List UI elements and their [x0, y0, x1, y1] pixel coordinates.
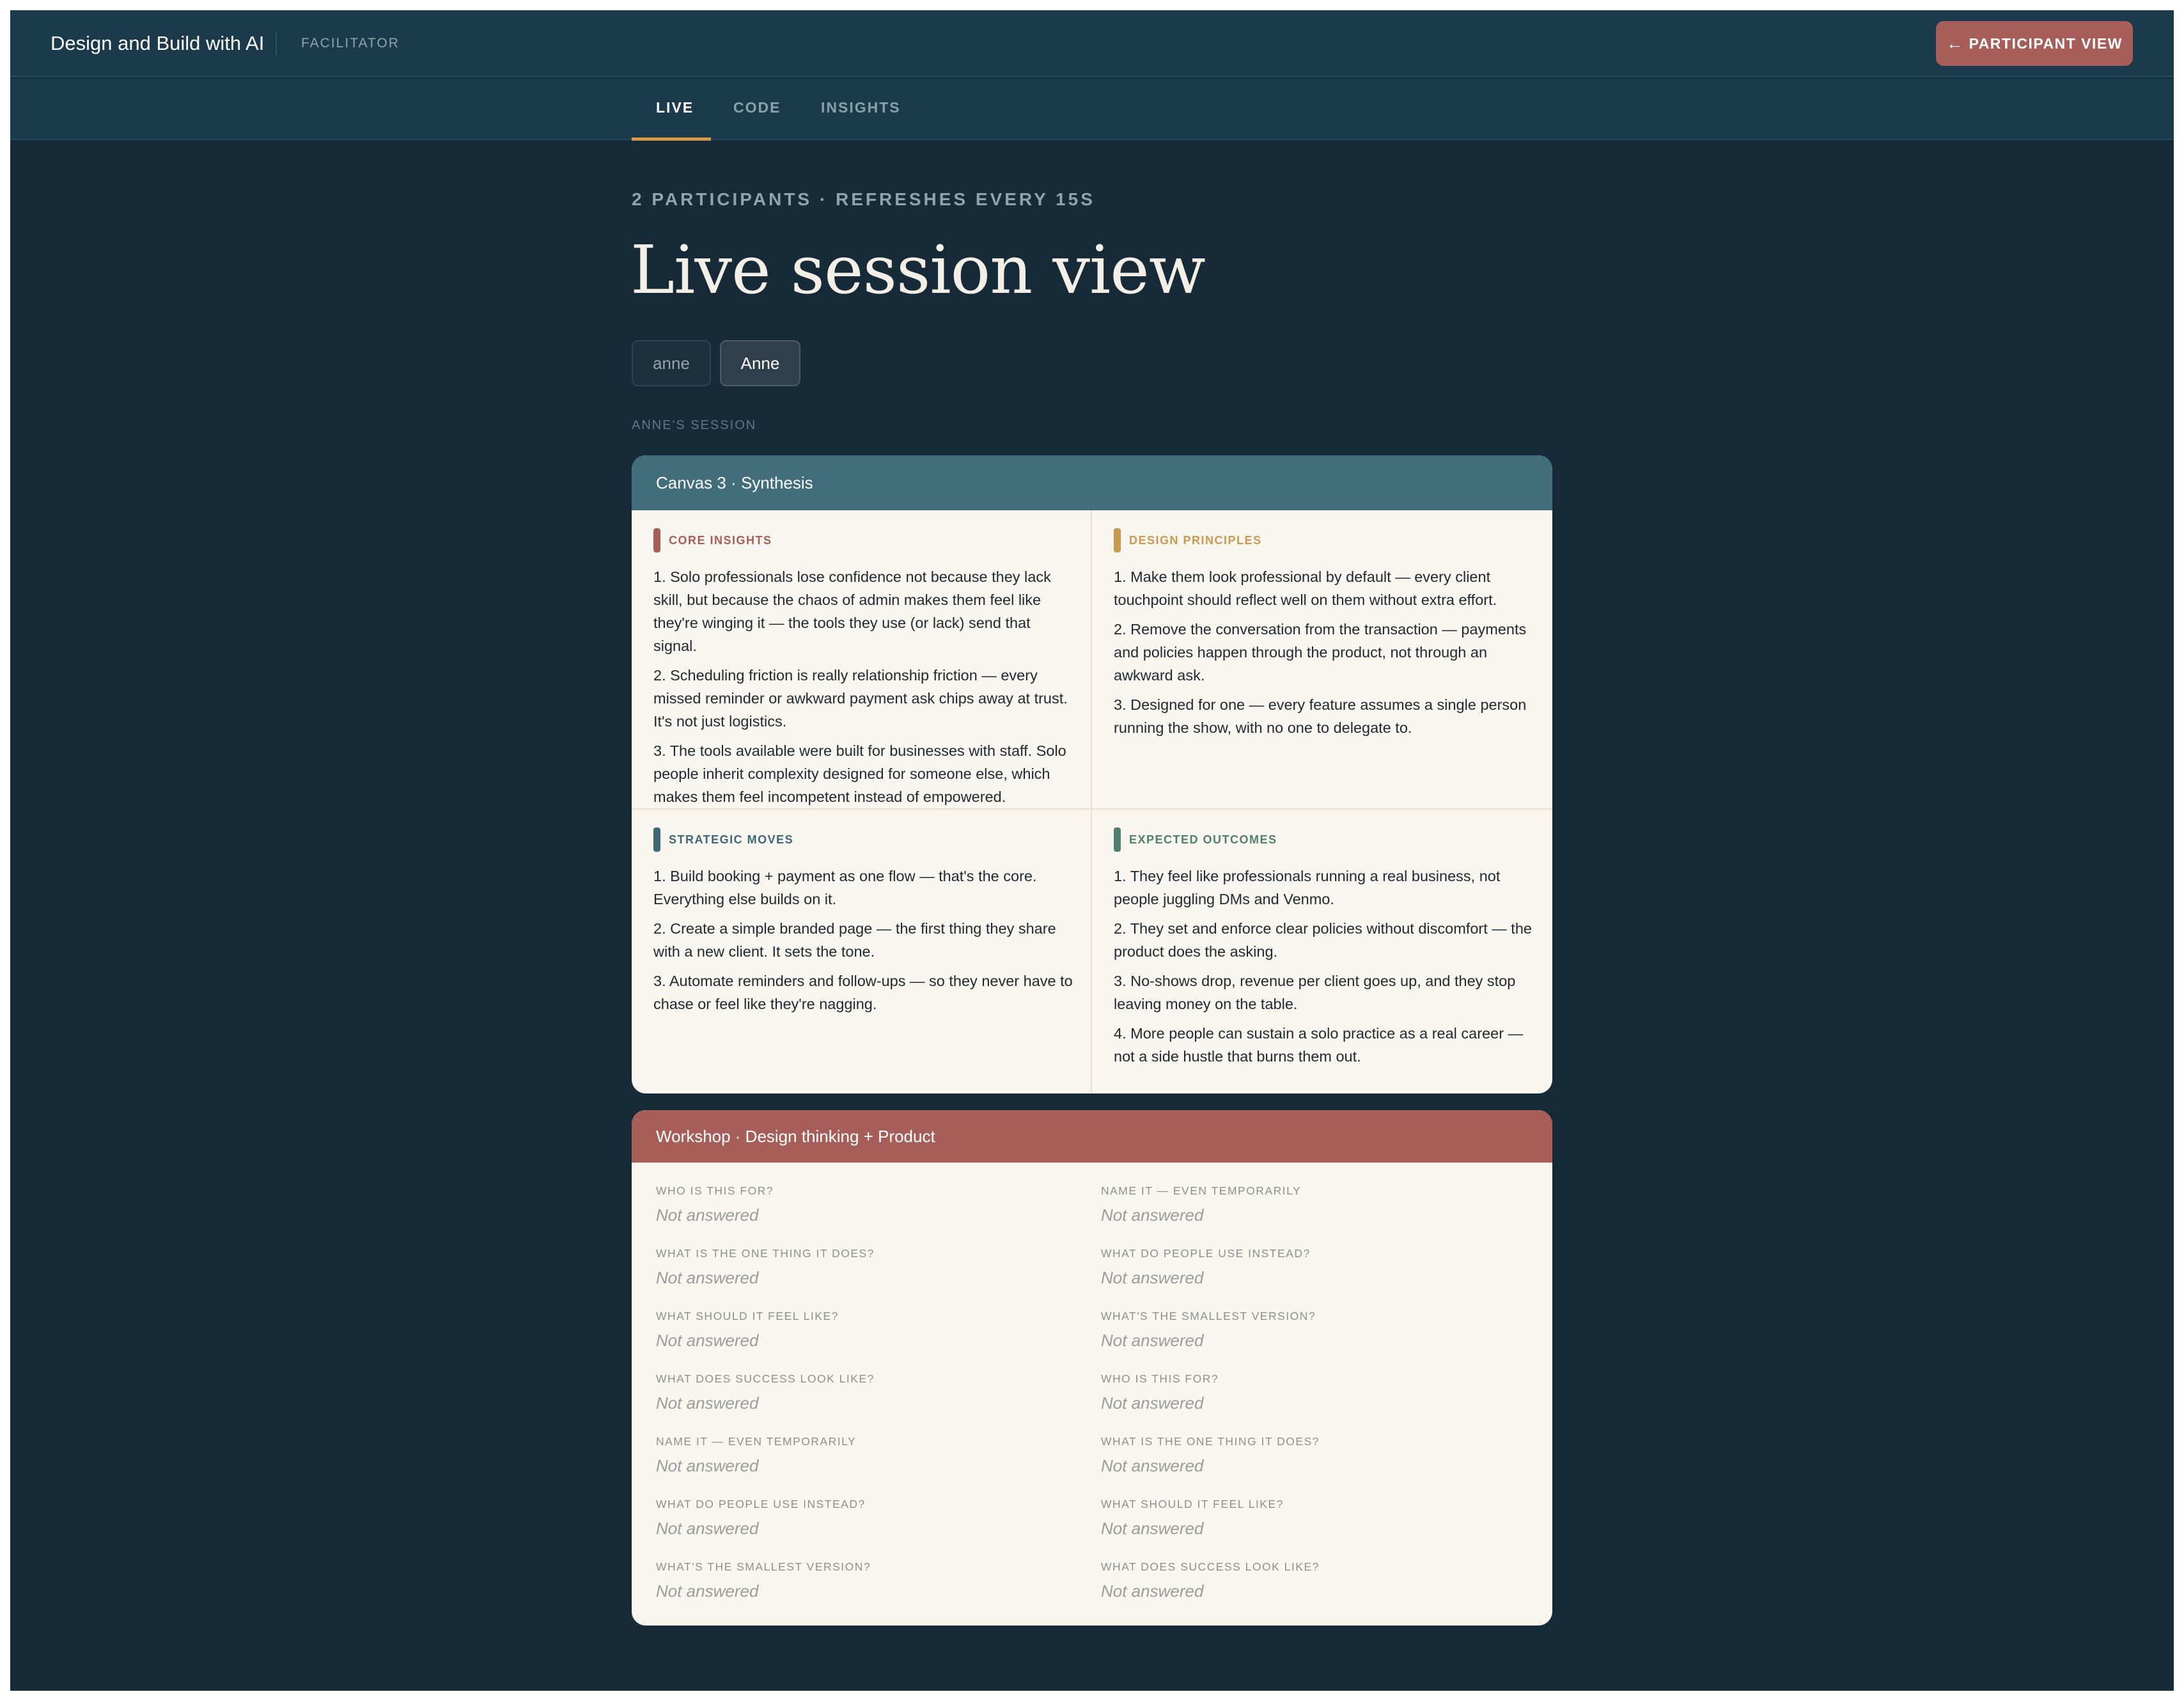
list-item: 1. Build booking + payment as one flow —…: [653, 868, 1037, 907]
accent-bar: [1114, 827, 1121, 852]
workshop-qa-item: NAME IT — EVEN TEMPORARILY Not answered: [1101, 1184, 1510, 1225]
question-label: WHO IS THIS FOR?: [1101, 1372, 1219, 1385]
answer-value: Not answered: [1101, 1268, 1204, 1287]
answer-value: Not answered: [1101, 1519, 1204, 1538]
participant-pill-anne-lower[interactable]: anne: [632, 340, 711, 386]
brand-title: Design and Build with AI: [51, 32, 265, 54]
top-bar: Design and Build with AI FACILITATOR ← P…: [10, 10, 2174, 77]
role-label: FACILITATOR: [301, 36, 400, 51]
participant-view-label: PARTICIPANT VIEW: [1969, 35, 2123, 52]
workshop-qa-item: WHAT SHOULD IT FEEL LIKE? Not answered: [656, 1310, 1065, 1351]
list-item: 3. Automate reminders and follow-ups — s…: [653, 973, 1073, 1012]
quadrant-label: CORE INSIGHTS: [653, 528, 772, 553]
list-item: 1. Solo professionals lose confidence no…: [653, 568, 1051, 654]
quadrant-strategic-moves: STRATEGIC MOVES 1. Build booking + payme…: [632, 810, 1092, 1094]
answer-value: Not answered: [656, 1331, 759, 1350]
question-label: WHAT IS THE ONE THING IT DOES?: [656, 1247, 875, 1260]
accent-bar: [653, 827, 660, 852]
question-label: WHAT SHOULD IT FEEL LIKE?: [1101, 1498, 1284, 1510]
list-item: 2. Scheduling friction is really relatio…: [653, 667, 1068, 730]
answer-value: Not answered: [1101, 1581, 1204, 1601]
question-label: WHAT'S THE SMALLEST VERSION?: [1101, 1310, 1316, 1322]
answer-value: Not answered: [1101, 1331, 1204, 1350]
answer-value: Not answered: [656, 1581, 759, 1601]
question-label: WHAT'S THE SMALLEST VERSION?: [656, 1560, 871, 1573]
quadrant-expected-outcomes: EXPECTED OUTCOMES 1. They feel like prof…: [1092, 810, 1552, 1094]
list-item: 3. Designed for one — every feature assu…: [1114, 696, 1527, 736]
list-item: 2. Remove the conversation from the tran…: [1114, 621, 1527, 684]
tab-live[interactable]: LIVE: [656, 99, 694, 116]
quadrant-list: 1. They feel like professionals running …: [1114, 865, 1536, 1074]
quadrant-list: 1. Solo professionals lose confidence no…: [653, 565, 1075, 815]
quadrant-title: EXPECTED OUTCOMES: [1129, 833, 1277, 846]
question-label: WHAT DOES SUCCESS LOOK LIKE?: [656, 1372, 875, 1385]
workshop-qa-item: WHO IS THIS FOR? Not answered: [656, 1184, 1065, 1225]
workshop-qa-item: WHAT IS THE ONE THING IT DOES? Not answe…: [1101, 1435, 1510, 1476]
question-label: WHAT DO PEOPLE USE INSTEAD?: [656, 1498, 866, 1510]
session-label: ANNE'S SESSION: [632, 418, 757, 432]
workshop-qa-item: WHAT'S THE SMALLEST VERSION? Not answere…: [656, 1560, 1065, 1601]
app-frame: Design and Build with AI FACILITATOR ← P…: [10, 10, 2174, 1691]
quadrant-list: 1. Make them look professional by defaul…: [1114, 565, 1536, 746]
quadrant-title: DESIGN PRINCIPLES: [1129, 533, 1262, 547]
answer-value: Not answered: [1101, 1456, 1204, 1475]
quadrant-label: EXPECTED OUTCOMES: [1114, 827, 1277, 852]
list-item: 2. They set and enforce clear policies w…: [1114, 920, 1532, 960]
active-tab-indicator: [632, 137, 711, 141]
list-item: 4. More people can sustain a solo practi…: [1114, 1025, 1524, 1065]
answer-value: Not answered: [656, 1393, 759, 1413]
question-label: WHAT IS THE ONE THING IT DOES?: [1101, 1435, 1320, 1448]
workshop-card: Workshop · Design thinking + Product WHO…: [632, 1110, 1552, 1626]
quadrant-label: DESIGN PRINCIPLES: [1114, 528, 1262, 553]
answer-value: Not answered: [1101, 1393, 1204, 1413]
canvas-synthesis-card: Canvas 3 · Synthesis CORE INSIGHTS 1. So…: [632, 455, 1552, 1094]
question-label: NAME IT — EVEN TEMPORARILY: [1101, 1184, 1302, 1197]
quadrant-design-principles: DESIGN PRINCIPLES 1. Make them look prof…: [1092, 510, 1552, 810]
tab-code[interactable]: CODE: [733, 99, 781, 116]
quadrant-list: 1. Build booking + payment as one flow —…: [653, 865, 1075, 1022]
answer-value: Not answered: [656, 1456, 759, 1475]
list-item: 1. They feel like professionals running …: [1114, 868, 1501, 907]
answer-value: Not answered: [656, 1519, 759, 1538]
list-item: 3. No-shows drop, revenue per client goe…: [1114, 973, 1516, 1012]
quadrant-title: CORE INSIGHTS: [669, 533, 772, 547]
workshop-qa-item: WHAT SHOULD IT FEEL LIKE? Not answered: [1101, 1498, 1510, 1539]
workshop-qa-item: WHO IS THIS FOR? Not answered: [1101, 1372, 1510, 1413]
answer-value: Not answered: [656, 1205, 759, 1225]
tab-insights[interactable]: INSIGHTS: [821, 99, 901, 116]
workshop-qa-item: WHAT DO PEOPLE USE INSTEAD? Not answered: [1101, 1247, 1510, 1288]
quadrant-label: STRATEGIC MOVES: [653, 827, 793, 852]
participant-pill-anne-selected[interactable]: Anne: [720, 340, 800, 386]
question-label: WHO IS THIS FOR?: [656, 1184, 774, 1197]
question-label: WHAT SHOULD IT FEEL LIKE?: [656, 1310, 839, 1322]
quadrant-core-insights: CORE INSIGHTS 1. Solo professionals lose…: [632, 510, 1092, 810]
accent-bar: [653, 528, 660, 553]
workshop-qa-item: WHAT DOES SUCCESS LOOK LIKE? Not answere…: [656, 1372, 1065, 1413]
tab-bar: LIVE CODE INSIGHTS: [10, 79, 2174, 141]
workshop-qa-item: WHAT DOES SUCCESS LOOK LIKE? Not answere…: [1101, 1560, 1510, 1601]
list-item: 3. The tools available were built for bu…: [653, 742, 1066, 805]
list-item: 2. Create a simple branded page — the fi…: [653, 920, 1056, 960]
accent-bar: [1114, 528, 1121, 553]
canvas-card-title: Canvas 3 · Synthesis: [632, 455, 1552, 510]
answer-value: Not answered: [1101, 1205, 1204, 1225]
arrow-left-icon: ←: [1946, 33, 1964, 53]
workshop-qa-item: NAME IT — EVEN TEMPORARILY Not answered: [656, 1435, 1065, 1476]
participant-view-button[interactable]: ← PARTICIPANT VIEW: [1936, 21, 2133, 66]
list-item: 1. Make them look professional by defaul…: [1114, 568, 1497, 608]
workshop-card-title: Workshop · Design thinking + Product: [632, 1110, 1552, 1163]
page-title: Live session view: [630, 231, 1206, 309]
question-label: NAME IT — EVEN TEMPORARILY: [656, 1435, 857, 1448]
answer-value: Not answered: [656, 1268, 759, 1287]
brand-divider: [276, 32, 277, 55]
workshop-qa-item: WHAT IS THE ONE THING IT DOES? Not answe…: [656, 1247, 1065, 1288]
workshop-qa-item: WHAT DO PEOPLE USE INSTEAD? Not answered: [656, 1498, 1065, 1539]
question-label: WHAT DO PEOPLE USE INSTEAD?: [1101, 1247, 1311, 1260]
workshop-qa-item: WHAT'S THE SMALLEST VERSION? Not answere…: [1101, 1310, 1510, 1351]
session-meta: 2 PARTICIPANTS · REFRESHES EVERY 15S: [632, 189, 1095, 209]
workshop-answers-grid: WHO IS THIS FOR? Not answered WHAT IS TH…: [632, 1163, 1552, 1626]
quadrant-title: STRATEGIC MOVES: [669, 833, 794, 846]
question-label: WHAT DOES SUCCESS LOOK LIKE?: [1101, 1560, 1320, 1573]
